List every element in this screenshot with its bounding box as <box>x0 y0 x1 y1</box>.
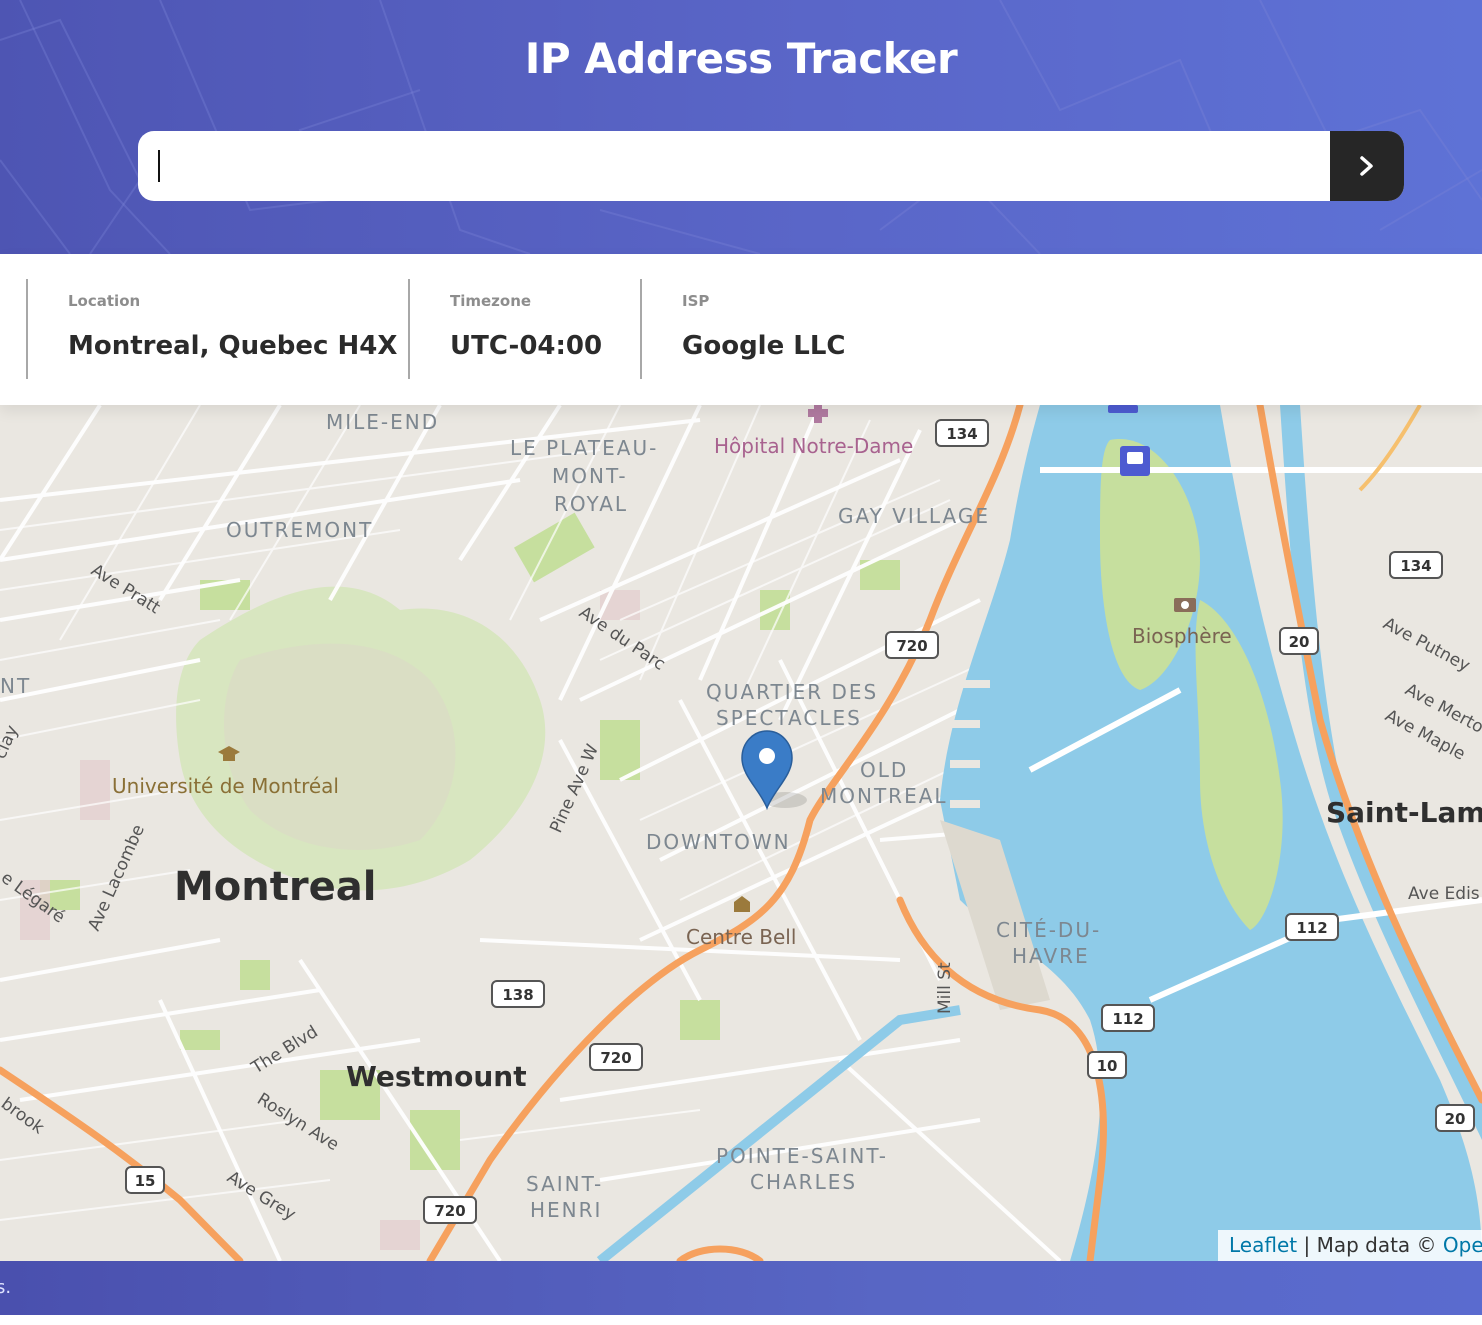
leaflet-link[interactable]: Leaflet <box>1229 1233 1297 1257</box>
label-mile-end: MILE-END <box>326 410 439 434</box>
label-westmount: Westmount <box>346 1060 527 1093</box>
map-tiles[interactable]: MILE-END LE PLATEAU- MONT- ROYAL GAY VIL… <box>0 405 1482 1261</box>
label-universite: Université de Montréal <box>112 774 339 798</box>
svg-text:20: 20 <box>1445 1110 1466 1128</box>
search-submit-button[interactable] <box>1330 131 1404 201</box>
map-attribution: Leaflet | Map data © Oper <box>1218 1230 1482 1261</box>
footer-text[interactable]: s. <box>0 1277 11 1298</box>
search-bar <box>138 131 1404 201</box>
route-shield: 720 <box>589 1043 643 1071</box>
svg-text:20: 20 <box>1289 633 1310 651</box>
svg-text:134: 134 <box>946 425 977 443</box>
ip-search-input[interactable] <box>138 131 1330 201</box>
label-biosphere: Biosphère <box>1132 624 1232 648</box>
attribution-separator: | <box>1297 1233 1317 1257</box>
svg-text:112: 112 <box>1296 919 1327 937</box>
label-pointe-saint-charles: CHARLES <box>750 1170 857 1194</box>
route-shield: 720 <box>885 631 939 659</box>
timezone-value: UTC-04:00 <box>450 331 603 361</box>
timezone-label: Timezone <box>450 292 532 310</box>
label-saint-lambert: Saint-Lamb <box>1326 796 1482 829</box>
route-shield: 138 <box>491 980 545 1008</box>
route-shield: 15 <box>125 1166 165 1194</box>
text-caret <box>158 150 160 182</box>
label-quartier: QUARTIER DES <box>706 680 878 704</box>
label-hopital: Hôpital Notre-Dame <box>714 434 913 458</box>
isp-value: Google LLC <box>682 331 846 361</box>
route-shield: 112 <box>1101 1004 1155 1032</box>
label-mill-st: Mill St <box>935 962 955 1014</box>
route-shield: 112 <box>1285 913 1339 941</box>
ip-info-panel: Location Montreal, Quebec H4X Timezone U… <box>0 254 1482 405</box>
route-shield: 720 <box>423 1196 477 1224</box>
location-label: Location <box>68 292 141 310</box>
label-plateau: ROYAL <box>554 492 628 516</box>
label-pointe-saint-charles: POINTE-SAINT- <box>716 1144 888 1168</box>
label-centre-bell: Centre Bell <box>686 925 796 949</box>
label-cite-du-havre: CITÉ-DU- <box>996 918 1101 942</box>
label-plateau: LE PLATEAU- <box>510 436 658 460</box>
divider <box>640 279 642 379</box>
isp-label: ISP <box>682 292 710 310</box>
label-nt: NT <box>0 674 31 698</box>
route-shield: 20 <box>1435 1104 1475 1132</box>
map-view[interactable]: MILE-END LE PLATEAU- MONT- ROYAL GAY VIL… <box>0 405 1482 1261</box>
svg-text:138: 138 <box>502 986 533 1004</box>
route-shield: 10 <box>1087 1051 1127 1079</box>
svg-text:720: 720 <box>600 1049 631 1067</box>
label-saint-henri: HENRI <box>530 1198 602 1222</box>
label-gay-village: GAY VILLAGE <box>838 504 990 528</box>
label-montreal: Montreal <box>174 864 376 910</box>
camera-icon <box>1174 598 1196 612</box>
svg-text:720: 720 <box>434 1202 465 1220</box>
label-outremont: OUTREMONT <box>226 518 373 542</box>
svg-text:720: 720 <box>896 637 927 655</box>
label-plateau: MONT- <box>552 464 628 488</box>
label-quartier: SPECTACLES <box>716 706 862 730</box>
label-cite-du-havre: HAVRE <box>1012 944 1090 968</box>
header-banner: IP Address Tracker <box>0 0 1482 254</box>
divider <box>408 279 410 379</box>
route-shield: 134 <box>1389 551 1443 579</box>
route-shield: 134 <box>935 419 989 447</box>
svg-text:134: 134 <box>1400 557 1431 575</box>
label-ave-edison: Ave Edis <box>1408 884 1480 904</box>
location-value: Montreal, Quebec H4X <box>68 331 398 361</box>
svg-text:15: 15 <box>135 1172 156 1190</box>
label-saint-henri: SAINT- <box>526 1172 603 1196</box>
osm-link[interactable]: Oper <box>1443 1233 1482 1257</box>
label-downtown: DOWNTOWN <box>646 830 791 854</box>
svg-text:10: 10 <box>1097 1057 1118 1075</box>
label-old-montreal: OLD <box>860 758 908 782</box>
footer: s. <box>0 1261 1482 1315</box>
attribution-text: Map data © <box>1316 1233 1443 1257</box>
svg-text:112: 112 <box>1112 1010 1143 1028</box>
route-shield: 20 <box>1279 627 1319 655</box>
page-title: IP Address Tracker <box>524 34 958 83</box>
chevron-right-icon <box>1360 156 1373 176</box>
divider <box>26 279 28 379</box>
label-old-montreal: MONTREAL <box>820 784 948 808</box>
